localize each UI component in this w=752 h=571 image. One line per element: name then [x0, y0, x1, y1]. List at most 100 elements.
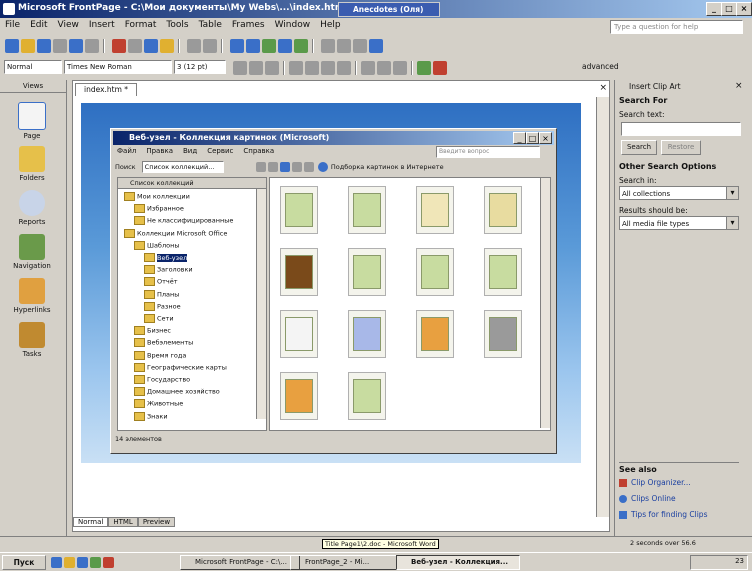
search-in-select[interactable]: All collections: [619, 186, 739, 200]
speaker-clip-icon[interactable]: [280, 372, 318, 420]
folder-clip-icon[interactable]: [416, 186, 454, 234]
undo-icon[interactable]: [186, 39, 201, 53]
align-center-icon[interactable]: [305, 61, 319, 75]
align-right-icon[interactable]: [321, 61, 335, 75]
insert-picture-icon[interactable]: [261, 39, 276, 53]
show-all-icon[interactable]: [352, 39, 367, 53]
camera-clip-icon[interactable]: [484, 310, 522, 358]
film-clip-icon[interactable]: [484, 186, 522, 234]
bullets-icon[interactable]: [377, 61, 391, 75]
tree-node[interactable]: Заголовки: [144, 265, 193, 275]
inline-tab[interactable]: Anecdotes (Оля): [338, 2, 440, 17]
document-clip-icon[interactable]: [348, 248, 386, 296]
document-clip-icon[interactable]: [280, 186, 318, 234]
web-component-icon[interactable]: [229, 39, 244, 53]
music-note-clip-icon[interactable]: [416, 310, 454, 358]
close-button[interactable]: ×: [736, 2, 752, 16]
minimize-button[interactable]: _: [706, 2, 722, 16]
stop-icon[interactable]: [336, 39, 351, 53]
numbering-icon[interactable]: [361, 61, 375, 75]
clips-online-link[interactable]: Подборка картинок в Интернете: [331, 163, 444, 171]
dialog-menu-edit[interactable]: Правка: [146, 147, 173, 155]
view-tasks[interactable]: Tasks: [4, 322, 60, 358]
info-page-clip-icon[interactable]: [484, 248, 522, 296]
align-left-icon[interactable]: [289, 61, 303, 75]
start-button[interactable]: Пуск: [2, 555, 46, 570]
taskbar-item-clip-organizer[interactable]: Веб-узел - Коллекция...: [396, 555, 520, 570]
view-folders[interactable]: Folders: [4, 146, 60, 182]
task-pane-close-icon[interactable]: ×: [735, 81, 743, 91]
taskbar-item-frontpage[interactable]: Microsoft FrontPage - C:\...: [180, 555, 300, 570]
dialog-question-input[interactable]: Введите вопрос: [436, 146, 540, 158]
dialog-minimize-button[interactable]: _: [513, 132, 526, 144]
copy-icon[interactable]: [143, 39, 158, 53]
delete-icon[interactable]: [267, 162, 278, 172]
cut-icon[interactable]: [127, 39, 142, 53]
tab-preview[interactable]: Preview: [137, 517, 176, 527]
menu-view[interactable]: View: [53, 18, 84, 32]
advanced-button[interactable]: advanced: [582, 62, 619, 71]
menu-file[interactable]: File: [0, 18, 25, 32]
style-select[interactable]: Normal: [4, 60, 62, 74]
maximize-button[interactable]: □: [721, 2, 737, 16]
tips-link[interactable]: Tips for finding Clips: [619, 510, 707, 519]
menu-frames[interactable]: Frames: [227, 18, 270, 32]
tree-node[interactable]: Шаблоны: [134, 240, 179, 250]
form-clip-icon[interactable]: [280, 310, 318, 358]
tree-node[interactable]: Разное: [144, 301, 181, 311]
taskbar-item-word[interactable]: FrontPage_2 - Mi...: [290, 555, 406, 570]
menu-table[interactable]: Table: [194, 18, 227, 32]
list-view-icon[interactable]: [291, 162, 302, 172]
desktop-icon[interactable]: [51, 557, 62, 568]
refresh-icon[interactable]: [320, 39, 335, 53]
tree-node[interactable]: Отчёт: [144, 277, 178, 287]
redo-icon[interactable]: [202, 39, 217, 53]
close-document-icon[interactable]: ×: [599, 83, 607, 93]
banner-clip-icon[interactable]: [280, 248, 318, 296]
tree-node[interactable]: Веб-узел: [144, 253, 188, 262]
clips-online-pane-link[interactable]: Clips Online: [619, 494, 676, 503]
results-type-select[interactable]: All media file types: [619, 216, 739, 230]
highlight-icon[interactable]: [417, 61, 431, 75]
office-icon[interactable]: [103, 557, 114, 568]
font-color-icon[interactable]: [433, 61, 447, 75]
tab-html[interactable]: HTML: [108, 517, 138, 527]
tree-node[interactable]: Государство: [134, 375, 190, 384]
tree-scrollbar[interactable]: [256, 189, 266, 419]
grid-scrollbar[interactable]: [540, 178, 550, 428]
dialog-maximize-button[interactable]: □: [526, 132, 539, 144]
italic-icon[interactable]: [249, 61, 263, 75]
font-select[interactable]: Times New Roman: [64, 60, 172, 74]
tree-node[interactable]: Коллекции Microsoft Office: [124, 228, 227, 238]
dialog-menu-tools[interactable]: Сервис: [207, 147, 233, 155]
indent-icon[interactable]: [393, 61, 407, 75]
view-reports[interactable]: Reports: [4, 190, 60, 226]
menu-insert[interactable]: Insert: [84, 18, 120, 32]
tree-node[interactable]: Планы: [144, 289, 179, 299]
office-building-clip-icon[interactable]: [348, 310, 386, 358]
menu-tools[interactable]: Tools: [161, 18, 193, 32]
save-icon[interactable]: [37, 39, 51, 53]
browser-icon[interactable]: [77, 557, 88, 568]
task-search-button[interactable]: Search: [621, 140, 657, 155]
publish-icon[interactable]: [53, 39, 67, 53]
tree-node[interactable]: Вебэлементы: [134, 338, 193, 348]
document-tab[interactable]: index.htm *: [75, 83, 138, 96]
justify-icon[interactable]: [337, 61, 351, 75]
tab-normal[interactable]: Normal: [73, 517, 109, 527]
tree-node[interactable]: Избранное: [134, 204, 184, 214]
thumbnails-icon[interactable]: [279, 162, 290, 172]
tree-node[interactable]: Не классифицированные: [134, 216, 233, 226]
font-size-select[interactable]: 3 (12 pt): [174, 60, 226, 74]
paste-icon[interactable]: [159, 39, 174, 53]
help-icon[interactable]: [368, 39, 383, 53]
tree-node[interactable]: Знаки: [134, 411, 168, 421]
menu-window[interactable]: Window: [270, 18, 316, 32]
clips-online-icon[interactable]: [317, 162, 328, 172]
spelling-icon[interactable]: [111, 39, 126, 53]
tree-node[interactable]: Бизнес: [134, 326, 171, 336]
hyperlink-icon[interactable]: [293, 39, 308, 53]
dialog-menu-help[interactable]: Справка: [243, 147, 274, 155]
view-hyperlinks[interactable]: Hyperlinks: [4, 278, 60, 314]
question-page-clip-icon[interactable]: [348, 372, 386, 420]
